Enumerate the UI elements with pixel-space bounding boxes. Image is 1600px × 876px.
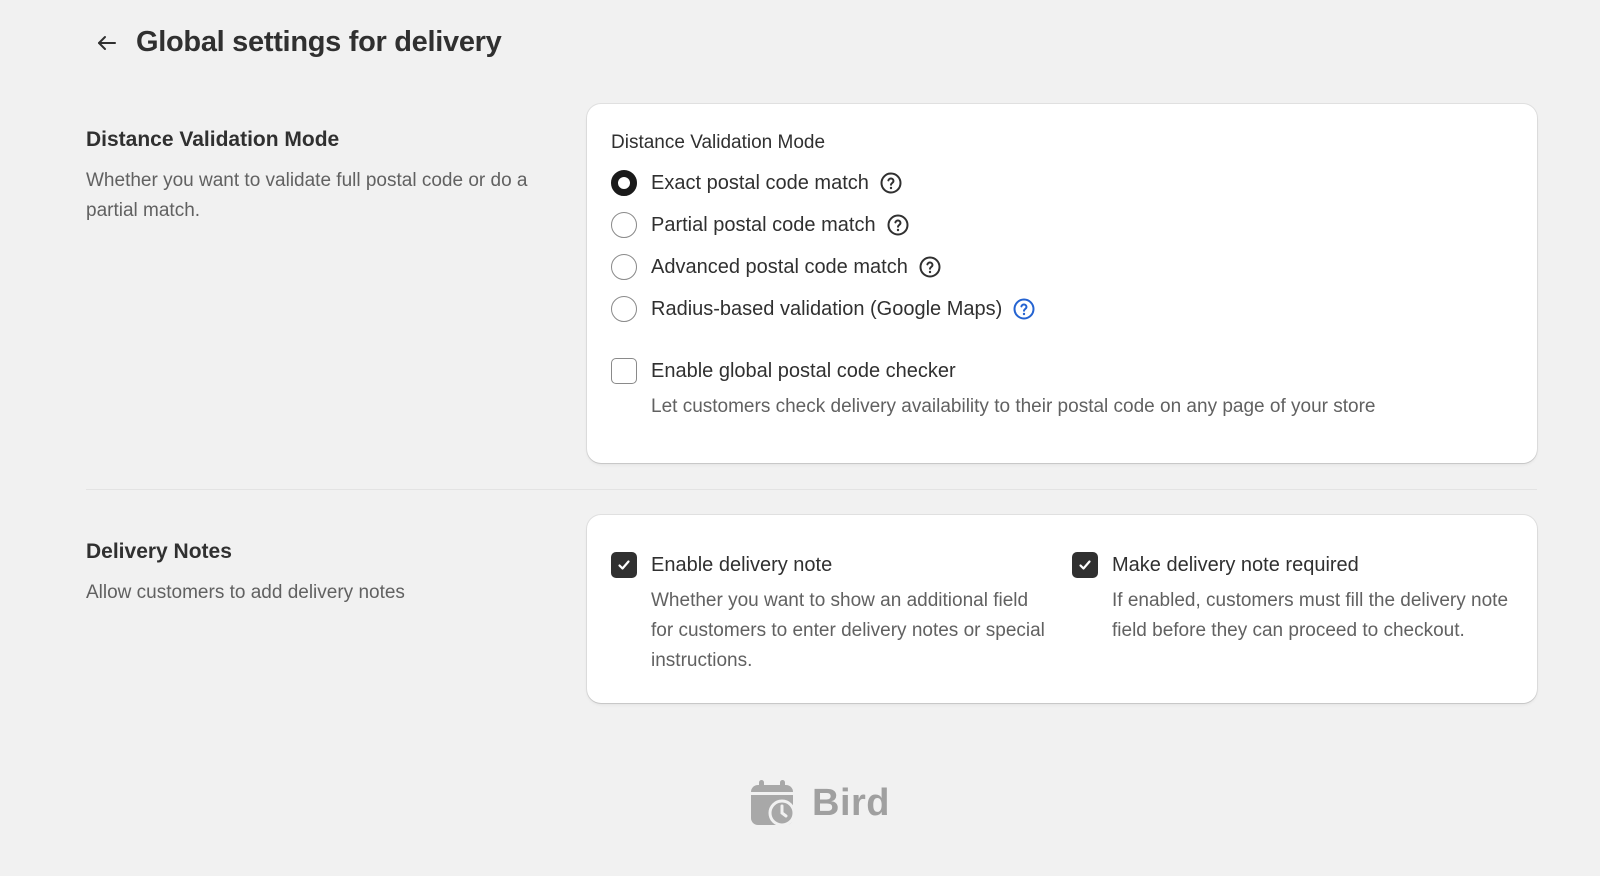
enable-note-label: Enable delivery note — [651, 553, 833, 576]
question-circle-icon[interactable] — [879, 171, 903, 195]
checkmark-icon — [618, 560, 630, 570]
back-button[interactable] — [92, 28, 122, 58]
global-checker-checkbox[interactable] — [611, 358, 637, 384]
checkmark-icon — [1079, 560, 1091, 570]
question-circle-icon[interactable] — [918, 255, 942, 279]
radio-label-advanced: Advanced postal code match — [651, 255, 908, 278]
section-divider — [86, 489, 1537, 490]
arrow-left-icon — [98, 35, 116, 50]
distance-mode-label: Distance Validation Mode — [611, 132, 826, 153]
radio-label-radius: Radius-based validation (Google Maps) — [651, 297, 1003, 320]
enable-note-field: Enable delivery note Whether you want to… — [611, 548, 1045, 676]
enable-note-help: Whether you want to show an additional f… — [651, 590, 1045, 671]
radio-option-radius[interactable]: Radius-based validation (Google Maps) — [611, 288, 1376, 330]
radio-option-exact[interactable]: Exact postal code match — [611, 162, 1376, 204]
require-note-row[interactable]: Make delivery note required — [1072, 548, 1512, 582]
require-note-checkbox[interactable] — [1072, 552, 1098, 578]
global-checker-help: Let customers check delivery availabilit… — [651, 396, 1376, 417]
radio-label-partial: Partial postal code match — [651, 213, 876, 236]
enable-note-row[interactable]: Enable delivery note — [611, 548, 1041, 582]
page-title: Global settings for delivery — [136, 26, 502, 58]
require-note-field: Make delivery note required If enabled, … — [1072, 548, 1512, 646]
notes-section-description: Allow customers to add delivery notes — [86, 582, 405, 603]
delivery-notes-card: Enable delivery note Whether you want to… — [587, 515, 1537, 703]
distance-section-description: Whether you want to validate full postal… — [86, 170, 528, 221]
radio-option-advanced[interactable]: Advanced postal code match — [611, 246, 1376, 288]
global-checker-label: Enable global postal code checker — [651, 359, 956, 382]
question-circle-icon[interactable] — [886, 213, 910, 237]
brand-name: Bird — [812, 781, 890, 824]
radio-label-exact: Exact postal code match — [651, 171, 869, 194]
require-note-label: Make delivery note required — [1112, 553, 1359, 576]
radio-radius[interactable] — [611, 296, 637, 322]
distance-section-info: Distance Validation Mode Whether you wan… — [86, 128, 546, 226]
distance-section-title: Distance Validation Mode — [86, 128, 340, 151]
notes-section-info: Delivery Notes Allow customers to add de… — [86, 540, 546, 608]
global-checker-field: Enable global postal code checker Let cu… — [611, 354, 1376, 422]
require-note-help: If enabled, customers must fill the deli… — [1112, 590, 1509, 641]
distance-validation-card: Distance Validation Mode Exact postal co… — [587, 104, 1537, 463]
radio-partial[interactable] — [611, 212, 637, 238]
footer-logo: Bird — [748, 778, 890, 828]
question-circle-icon[interactable] — [1012, 297, 1036, 321]
distance-mode-radio-group: Exact postal code match Partial postal c… — [611, 162, 1376, 330]
radio-exact[interactable] — [611, 170, 637, 196]
radio-advanced[interactable] — [611, 254, 637, 280]
calendar-clock-icon — [751, 780, 796, 827]
radio-option-partial[interactable]: Partial postal code match — [611, 204, 1376, 246]
notes-section-title: Delivery Notes — [86, 540, 232, 563]
enable-note-checkbox[interactable] — [611, 552, 637, 578]
global-checker-row[interactable]: Enable global postal code checker — [611, 354, 1376, 388]
page-header: Global settings for delivery — [92, 26, 502, 59]
